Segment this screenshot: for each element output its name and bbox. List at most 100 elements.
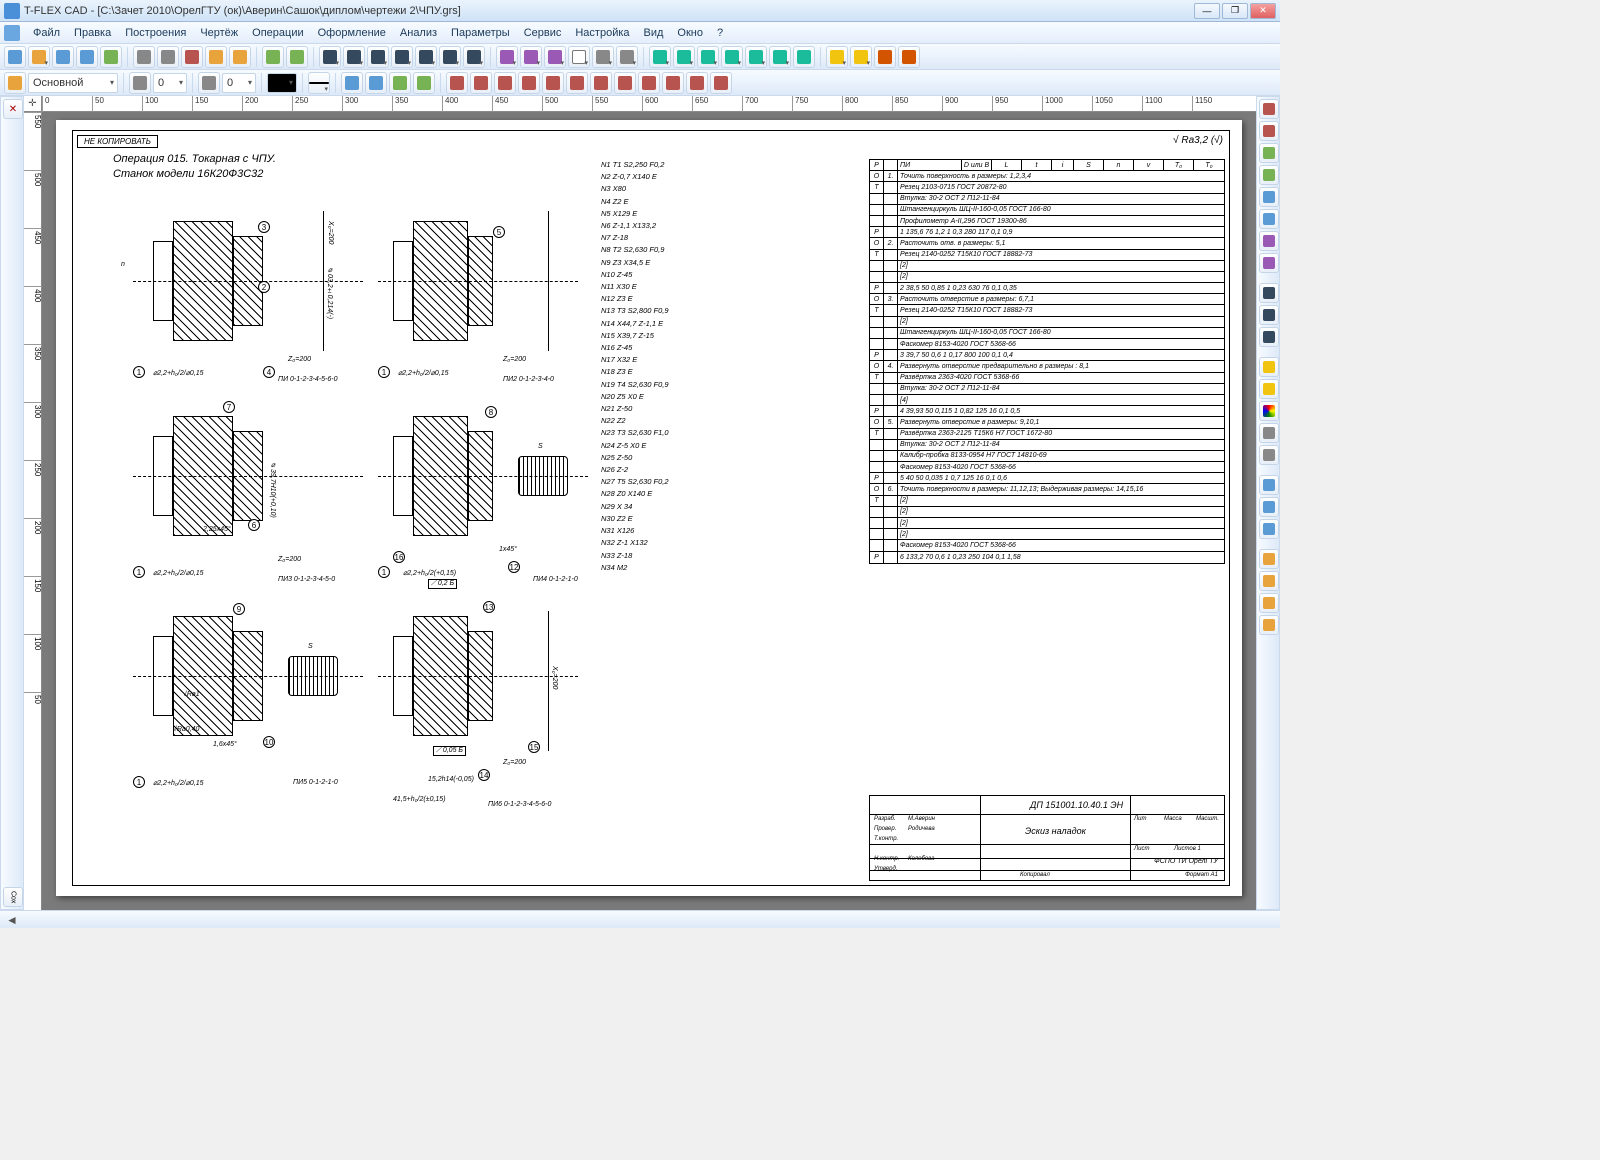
menu-файл[interactable]: Файл <box>26 25 67 41</box>
box4-icon[interactable] <box>1259 615 1279 635</box>
func-button[interactable] <box>439 46 461 68</box>
balloon-button[interactable] <box>769 46 791 68</box>
hatch2-button[interactable] <box>592 46 614 68</box>
s1[interactable] <box>446 72 468 94</box>
zoom-in-icon[interactable] <box>1259 305 1279 325</box>
snap5-icon[interactable] <box>1259 231 1279 251</box>
s3[interactable] <box>494 72 516 94</box>
color-combo[interactable] <box>267 73 297 93</box>
snap3-icon[interactable] <box>1259 187 1279 207</box>
path-button[interactable] <box>463 46 485 68</box>
level-combo[interactable]: 0 <box>153 73 187 93</box>
b3[interactable] <box>389 72 411 94</box>
magnet-on-icon[interactable] <box>1259 99 1279 119</box>
menu-операции[interactable]: Операции <box>245 25 310 41</box>
menu-?[interactable]: ? <box>710 25 730 41</box>
spline-button[interactable] <box>391 46 413 68</box>
ruler-origin[interactable]: ✛ <box>24 96 42 112</box>
b1[interactable] <box>341 72 363 94</box>
menu-анализ[interactable]: Анализ <box>393 25 444 41</box>
menu-параметры[interactable]: Параметры <box>444 25 517 41</box>
line-button[interactable] <box>319 46 341 68</box>
new-doc-button[interactable] <box>4 46 26 68</box>
drawing-canvas[interactable]: ✛ 05010015020025030035040045050055060065… <box>24 96 1256 910</box>
menu-чертёж[interactable]: Чертёж <box>193 25 245 41</box>
snap4-icon[interactable] <box>1259 209 1279 229</box>
tolerance-button[interactable] <box>721 46 743 68</box>
s6[interactable] <box>566 72 588 94</box>
rough-button[interactable] <box>697 46 719 68</box>
library-button[interactable] <box>100 46 122 68</box>
circle-button[interactable] <box>343 46 365 68</box>
prio-combo[interactable]: 0 <box>222 73 256 93</box>
sketch-button[interactable] <box>496 46 518 68</box>
snap1-icon[interactable] <box>1259 143 1279 163</box>
maximize-button[interactable]: ❐ <box>1222 3 1248 19</box>
offset-button[interactable] <box>415 46 437 68</box>
show2-icon[interactable] <box>1259 379 1279 399</box>
app-menu-icon[interactable] <box>4 25 20 41</box>
menu-настройка[interactable]: Настройка <box>568 25 636 41</box>
show1-icon[interactable] <box>1259 357 1279 377</box>
cut-button[interactable] <box>181 46 203 68</box>
snap6-icon[interactable] <box>1259 253 1279 273</box>
mode3-icon[interactable] <box>1259 519 1279 539</box>
dim-linear-button[interactable] <box>649 46 671 68</box>
menu-правка[interactable]: Правка <box>67 25 118 41</box>
menu-окно[interactable]: Окно <box>670 25 710 41</box>
menu-вид[interactable]: Вид <box>637 25 671 41</box>
text-button[interactable] <box>568 46 590 68</box>
b4[interactable] <box>413 72 435 94</box>
db-button[interactable] <box>874 46 896 68</box>
layer-icon[interactable] <box>4 72 26 94</box>
show4-icon[interactable] <box>1259 423 1279 443</box>
mode2-icon[interactable] <box>1259 497 1279 517</box>
s2[interactable] <box>470 72 492 94</box>
prio-icon[interactable] <box>198 72 220 94</box>
redo-button[interactable] <box>286 46 308 68</box>
show3-icon[interactable] <box>1259 401 1279 421</box>
show5-icon[interactable] <box>1259 445 1279 465</box>
coords-panel[interactable]: Сох <box>3 887 23 907</box>
box2-icon[interactable] <box>1259 571 1279 591</box>
fragment-button[interactable] <box>826 46 848 68</box>
section-button[interactable] <box>793 46 815 68</box>
layer-combo[interactable]: Основной <box>28 73 118 93</box>
copy-button[interactable] <box>205 46 227 68</box>
menu-сервис[interactable]: Сервис <box>517 25 569 41</box>
close-left[interactable]: ✕ <box>3 99 23 119</box>
minimize-button[interactable]: — <box>1194 3 1220 19</box>
s8[interactable] <box>614 72 636 94</box>
snap2-icon[interactable] <box>1259 165 1279 185</box>
magnet-off-icon[interactable] <box>1259 121 1279 141</box>
close-button[interactable]: ✕ <box>1250 3 1276 19</box>
mode1-icon[interactable] <box>1259 475 1279 495</box>
level-icon[interactable] <box>129 72 151 94</box>
s4[interactable] <box>518 72 540 94</box>
b2[interactable] <box>365 72 387 94</box>
s9[interactable] <box>638 72 660 94</box>
box1-icon[interactable] <box>1259 549 1279 569</box>
var-button[interactable] <box>898 46 920 68</box>
zoom-window-icon[interactable] <box>1259 327 1279 347</box>
s11[interactable] <box>686 72 708 94</box>
hatch-button[interactable] <box>544 46 566 68</box>
save-all-button[interactable] <box>76 46 98 68</box>
open-button[interactable] <box>28 46 50 68</box>
paste-button[interactable] <box>229 46 251 68</box>
box3-icon[interactable] <box>1259 593 1279 613</box>
s5[interactable] <box>542 72 564 94</box>
node-button[interactable] <box>520 46 542 68</box>
dim-angle-button[interactable] <box>673 46 695 68</box>
axis-button[interactable] <box>616 46 638 68</box>
print-button[interactable] <box>133 46 155 68</box>
zoom-fit-icon[interactable] <box>1259 283 1279 303</box>
leader-button[interactable] <box>745 46 767 68</box>
preview-button[interactable] <box>157 46 179 68</box>
arc-button[interactable] <box>367 46 389 68</box>
menu-оформление[interactable]: Оформление <box>311 25 393 41</box>
s7[interactable] <box>590 72 612 94</box>
image-button[interactable] <box>850 46 872 68</box>
menu-построения[interactable]: Построения <box>118 25 193 41</box>
linetype-combo[interactable] <box>308 72 330 94</box>
